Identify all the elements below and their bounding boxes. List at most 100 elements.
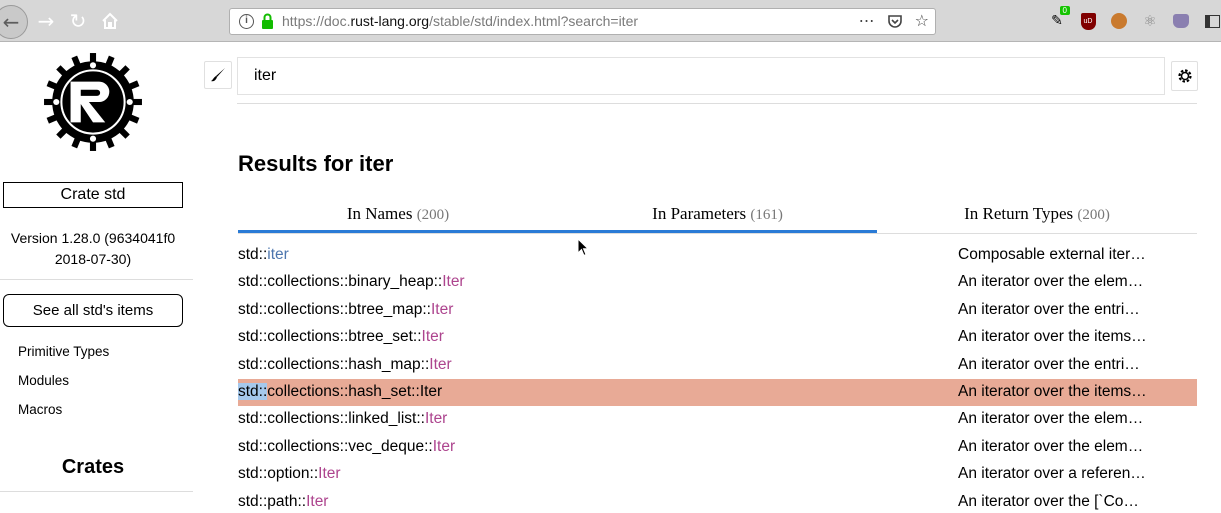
- reload-icon: ↻: [69, 9, 87, 33]
- result-row[interactable]: std::collections::hash_map::Iter An iter…: [238, 352, 1197, 379]
- search-divider: [237, 103, 1197, 104]
- search-input[interactable]: [237, 57, 1165, 95]
- tab-in-names[interactable]: In Names (200): [238, 204, 558, 233]
- result-row-selected[interactable]: std::collections::hash_set::Iter An iter…: [238, 378, 1197, 407]
- settings-button[interactable]: [1171, 61, 1198, 91]
- result-description: An iterator over the elem…: [958, 410, 1144, 428]
- result-name: Iter: [419, 382, 443, 400]
- tampermonkey-icon[interactable]: [1108, 10, 1130, 32]
- result-path[interactable]: std::collections::btree_set::Iter: [238, 328, 444, 346]
- sidebar-item-primitive-types[interactable]: Primitive Types: [18, 344, 109, 359]
- result-row[interactable]: std::collections::linked_list::Iter An i…: [238, 406, 1197, 433]
- tab-count: (161): [750, 207, 783, 223]
- result-name: Iter: [431, 300, 454, 318]
- back-button[interactable]: ←: [0, 5, 28, 39]
- result-row[interactable]: std::collections::btree_map::Iter An ite…: [238, 297, 1197, 324]
- result-path[interactable]: std::collections::btree_map::Iter: [238, 301, 453, 319]
- result-description: An iterator over the [`Co…: [958, 492, 1139, 510]
- result-path[interactable]: std::collections::hash_map::Iter: [238, 356, 452, 374]
- crate-title: Crate std: [3, 182, 183, 208]
- results-tabs: In Names (200) In Parameters (161) In Re…: [238, 204, 1197, 234]
- version-line-2: 2018-07-30): [54, 251, 132, 267]
- result-path[interactable]: std::option::Iter: [238, 465, 341, 483]
- results-list: std::iter Composable external iter… std:…: [238, 242, 1197, 513]
- result-prefix: std::collections::vec_deque::: [238, 437, 433, 455]
- url-prefix: https://doc.: [282, 13, 351, 29]
- ublock-label: uD: [1080, 12, 1096, 30]
- url-bar[interactable]: i https://doc.rust-lang.org/stable/std/i…: [229, 8, 936, 35]
- result-path[interactable]: std::iter: [238, 246, 289, 264]
- sidebar-toggle-icon[interactable]: [1201, 10, 1221, 32]
- result-name: Iter: [429, 355, 452, 373]
- forward-button[interactable]: →: [31, 6, 61, 36]
- result-path[interactable]: std::collections::vec_deque::Iter: [238, 438, 455, 456]
- mouse-cursor-icon: [577, 238, 589, 257]
- result-prefix: std::collections::binary_heap::: [238, 273, 443, 291]
- result-row[interactable]: std::option::Iter An iterator over a ref…: [238, 461, 1197, 488]
- result-name: Iter: [442, 273, 465, 291]
- bookmark-star-icon[interactable]: ☆: [915, 11, 929, 30]
- tab-in-parameters[interactable]: In Parameters (161): [558, 204, 877, 233]
- url-text[interactable]: https://doc.rust-lang.org/stable/std/ind…: [282, 13, 638, 29]
- extension-pen-icon[interactable]: ✎ 0: [1046, 6, 1070, 32]
- result-path[interactable]: std::path::Iter: [238, 493, 328, 511]
- result-row[interactable]: std::iter Composable external iter…: [238, 242, 1197, 269]
- tab-in-return-types[interactable]: In Return Types (200): [877, 204, 1197, 233]
- lock-icon[interactable]: [261, 13, 274, 30]
- result-description: An iterator over a referen…: [958, 465, 1146, 483]
- result-description: Composable external iter…: [958, 246, 1146, 263]
- see-all-items-button[interactable]: See all std's items: [3, 294, 183, 327]
- rust-logo-icon[interactable]: [42, 51, 144, 153]
- version-info: Version 1.28.0 (9634041f0 2018-07-30): [0, 228, 186, 270]
- result-prefix: std::collections::btree_set::: [238, 328, 422, 346]
- result-prefix: std::collections::hash_map::: [238, 355, 430, 373]
- arrow-left-icon: ←: [2, 10, 20, 34]
- tab-count: (200): [416, 207, 450, 223]
- crates-heading: Crates: [61, 456, 125, 478]
- url-host: rust-lang.org: [350, 13, 430, 29]
- ublock-icon[interactable]: uD: [1077, 10, 1099, 32]
- pocket-icon[interactable]: [887, 13, 903, 29]
- result-description: An iterator over the entri…: [958, 355, 1140, 373]
- result-name: Iter: [432, 437, 456, 455]
- page-actions-icon[interactable]: ⋯: [859, 11, 875, 30]
- result-description: An iterator over the entri…: [958, 300, 1140, 318]
- extension-badge: 0: [1059, 6, 1070, 15]
- sidebar-item-modules[interactable]: Modules: [18, 373, 69, 388]
- sidebar-item-macros[interactable]: Macros: [18, 402, 62, 417]
- result-row[interactable]: std::collections::btree_set::Iter An ite…: [238, 324, 1197, 351]
- result-name: Iter: [424, 410, 448, 428]
- version-line-1: Version 1.28.0 (9634041f0: [10, 230, 176, 246]
- result-row[interactable]: std::collections::vec_deque::Iter An ite…: [238, 434, 1197, 461]
- result-prefix: collections::hash_set::: [267, 382, 420, 400]
- paintbrush-icon: [211, 68, 225, 82]
- result-row[interactable]: std::path::Iter An iterator over the [`C…: [238, 489, 1197, 513]
- result-description: An iterator over the items…: [958, 382, 1147, 400]
- result-path[interactable]: std::collections::hash_set::Iter: [238, 382, 443, 401]
- home-icon: [102, 12, 118, 29]
- result-description: An iterator over the items…: [958, 328, 1147, 346]
- result-name: Iter: [306, 492, 329, 510]
- tab-label: In Names: [346, 204, 413, 223]
- result-name: Iter: [318, 465, 341, 483]
- result-path[interactable]: std::collections::linked_list::Iter: [238, 410, 447, 428]
- result-row[interactable]: std::collections::binary_heap::Iter An i…: [238, 269, 1197, 296]
- home-button[interactable]: [95, 6, 125, 36]
- result-path[interactable]: std::collections::binary_heap::Iter: [238, 273, 465, 291]
- result-description: An iterator over the elem…: [958, 273, 1144, 291]
- extension-cat-icon[interactable]: [1170, 10, 1192, 32]
- result-prefix: std::: [238, 246, 268, 263]
- info-icon[interactable]: i: [239, 14, 254, 29]
- reload-button[interactable]: ↻: [63, 6, 93, 36]
- arrow-right-icon: →: [37, 9, 55, 33]
- sidebar-divider: [0, 491, 193, 492]
- result-name: Iter: [421, 328, 444, 346]
- theme-picker-button[interactable]: [204, 61, 232, 89]
- result-prefix: std::collections::linked_list::: [238, 410, 425, 428]
- sidebar: Crate std Version 1.28.0 (9634041f0 2018…: [0, 43, 193, 513]
- result-description: An iterator over the elem…: [958, 437, 1144, 455]
- result-prefix: std::path::: [238, 492, 307, 510]
- gear-icon: [1177, 69, 1192, 83]
- url-path: /stable/std/index.html?search=iter: [429, 13, 639, 29]
- react-devtools-icon[interactable]: ⚛: [1139, 10, 1161, 32]
